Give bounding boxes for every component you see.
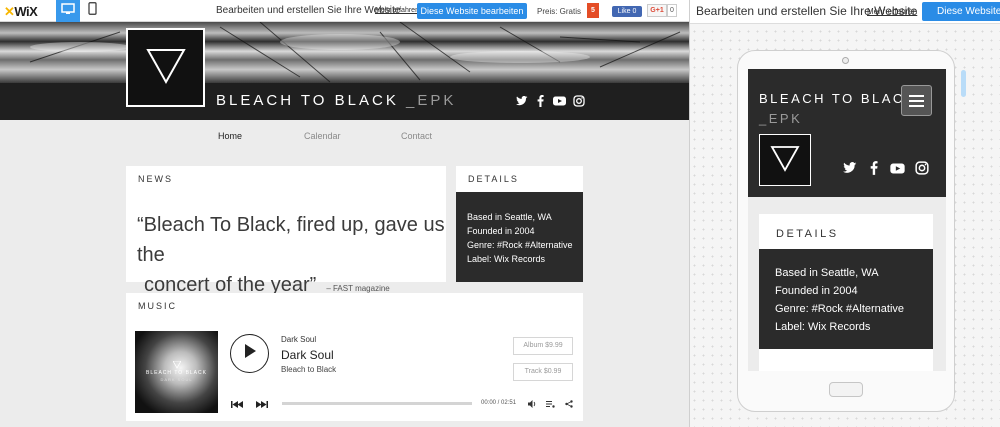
album-name: Dark Soul [281, 335, 317, 344]
promo-text: Bearbeiten und erstellen Sie Ihre Websit… [216, 5, 401, 16]
album-art-title: BLEACH TO BLACK [146, 370, 207, 376]
volume-icon [527, 395, 537, 413]
gplus-button[interactable]: G+1 [647, 4, 667, 17]
mobile-learn-more-link[interactable]: Mehr erfahren [867, 7, 917, 16]
mobile-band-title: BLEACH TO BLACK _EPK [759, 91, 916, 126]
tablet-frame: BLEACH TO BLACK _EPK DETAILS Based in Se… [737, 50, 955, 412]
details-content: Based in Seattle, WA Founded in 2004 Gen… [456, 192, 583, 282]
details-line: Genre: #Rock #Alternative [467, 240, 573, 250]
details-line: Based in Seattle, WA [775, 267, 879, 279]
mobile-band-logo[interactable] [759, 134, 811, 186]
mobile-pane-top-bar: Bearbeiten und erstellen Sie Ihre Websit… [690, 0, 1000, 24]
share-icon [565, 395, 573, 413]
news-heading: NEWS [138, 174, 173, 184]
camera-dot [842, 57, 849, 64]
mobile-view-button[interactable] [80, 0, 104, 22]
mobile-details-heading: DETAILS [776, 228, 839, 240]
triangle-logo-icon [143, 42, 189, 93]
hamburger-menu-button[interactable] [901, 85, 932, 116]
edit-website-button[interactable]: Diese Website bearbeiten [417, 3, 527, 19]
mobile-screen: BLEACH TO BLACK _EPK DETAILS Based in Se… [748, 69, 946, 371]
html5-badge: 5 [587, 3, 599, 18]
instagram-icon[interactable] [914, 161, 929, 175]
facebook-icon[interactable] [534, 95, 547, 107]
previous-icon [231, 395, 243, 413]
desktop-icon [61, 2, 75, 20]
nav-calendar[interactable]: Calendar [304, 131, 341, 141]
twitter-icon[interactable] [842, 161, 857, 175]
facebook-like-button[interactable]: Like 0 [612, 6, 642, 17]
details-line: Founded in 2004 [775, 285, 858, 297]
quote-source: – FAST magazine [326, 284, 390, 293]
scrollbar-thumb[interactable] [961, 70, 966, 97]
mobile-next-card [759, 359, 933, 371]
mobile-details-content: Based in Seattle, WA Founded in 2004 Gen… [759, 249, 933, 349]
nav-contact[interactable]: Contact [401, 131, 432, 141]
band-title: BLEACH TO BLACK _EPK [216, 92, 457, 109]
mobile-social-links [842, 161, 929, 175]
track-artist: Bleach to Black [281, 365, 337, 374]
share-button[interactable] [564, 399, 574, 408]
album-art-subtitle: DARK SOUL [160, 377, 193, 382]
music-heading: MUSIC [138, 301, 177, 311]
details-line: Based in Seattle, WA [467, 212, 552, 222]
site-nav: Home Calendar Contact [0, 131, 689, 145]
track-time: 00:00 / 02:51 [481, 400, 517, 406]
quote-line-1: “Bleach To Black, fired up, gave us the [137, 214, 445, 266]
mobile-icon [87, 2, 97, 20]
wix-preview-root: ✕WiX Bearbeiten und erstellen Sie Ihre W… [0, 0, 1000, 427]
band-logo[interactable] [126, 28, 205, 107]
details-heading: DETAILS [468, 174, 519, 184]
hero-image [0, 22, 689, 83]
mobile-preview-pane: Bearbeiten und erstellen Sie Ihre Websit… [689, 0, 1000, 427]
album-art: BLEACH TO BLACK DARK SOUL [135, 331, 218, 413]
next-icon [256, 395, 268, 413]
gplus-count: 0 [667, 4, 677, 17]
device-home-button [829, 382, 863, 397]
instagram-icon[interactable] [572, 95, 585, 107]
track-title: Dark Soul [281, 348, 334, 362]
nav-home[interactable]: Home [218, 131, 242, 141]
youtube-icon[interactable] [553, 95, 566, 107]
play-button[interactable] [230, 334, 269, 373]
news-quote: “Bleach To Black, fired up, gave us the … [137, 210, 457, 304]
details-line: Genre: #Rock #Alternative [775, 303, 905, 315]
learn-more-link[interactable]: Mehr erfahren [375, 7, 419, 14]
social-links [515, 95, 585, 107]
mobile-header: BLEACH TO BLACK _EPK [748, 69, 946, 197]
price-label: Preis: Gratis [537, 7, 582, 16]
wix-top-bar: ✕WiX Bearbeiten und erstellen Sie Ihre W… [0, 0, 689, 22]
mobile-edit-website-button[interactable]: Diese Website bearbeiten [922, 2, 1000, 21]
details-line: Label: Wix Records [467, 254, 546, 264]
triangle-logo-icon [769, 142, 801, 179]
desktop-preview: ✕WiX Bearbeiten und erstellen Sie Ihre W… [0, 0, 689, 427]
youtube-icon[interactable] [890, 161, 905, 175]
twitter-icon[interactable] [515, 95, 528, 107]
details-line: Founded in 2004 [467, 226, 535, 236]
wix-logo[interactable]: ✕WiX [4, 4, 38, 20]
previous-button[interactable] [230, 399, 244, 408]
buy-album-button[interactable]: Album $9.99 [513, 337, 573, 355]
playlist-button[interactable] [545, 399, 555, 408]
volume-button[interactable] [527, 399, 537, 408]
playlist-icon [545, 395, 555, 413]
next-button[interactable] [255, 399, 269, 408]
progress-bar[interactable] [282, 402, 472, 405]
details-line: Label: Wix Records [775, 321, 871, 333]
facebook-icon[interactable] [866, 161, 881, 175]
buy-track-button[interactable]: Track $0.99 [513, 363, 573, 381]
play-icon [243, 343, 257, 364]
desktop-view-button[interactable] [56, 0, 80, 22]
